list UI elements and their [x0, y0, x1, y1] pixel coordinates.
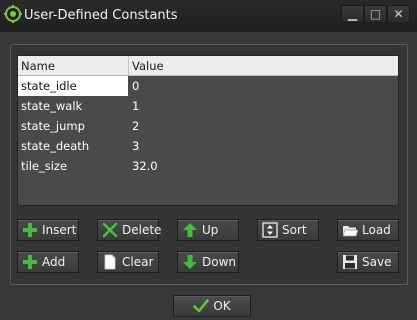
- save-label: Save: [362, 255, 392, 269]
- table-row[interactable]: state_idle 0: [18, 76, 398, 96]
- window-controls: ▁ □ ✕: [341, 5, 411, 23]
- table-row[interactable]: state_death 3: [18, 136, 398, 156]
- column-header-value[interactable]: Value: [132, 59, 164, 73]
- sort-button[interactable]: Sort: [257, 219, 319, 241]
- load-label: Load: [362, 223, 391, 237]
- green-plus-icon: [23, 223, 37, 237]
- sort-label: Sort: [282, 223, 307, 237]
- clear-label: Clear: [122, 255, 154, 269]
- clear-button[interactable]: Clear: [97, 251, 159, 273]
- constant-value-cell[interactable]: 3: [132, 139, 139, 153]
- up-button[interactable]: Up: [177, 219, 239, 241]
- list-header: Name Value: [18, 56, 398, 76]
- table-row[interactable]: state_walk 1: [18, 96, 398, 116]
- green-up-arrow-icon: [183, 223, 197, 237]
- load-button[interactable]: Load: [337, 219, 399, 241]
- delete-label: Delete: [122, 223, 162, 237]
- column-header-name[interactable]: Name: [21, 59, 55, 73]
- blank-page-icon: [104, 254, 116, 270]
- table-row[interactable]: tile_size 32.0: [18, 156, 398, 176]
- floppy-disk-icon: [343, 255, 357, 269]
- insert-button[interactable]: Insert: [17, 219, 79, 241]
- constant-name-cell[interactable]: state_walk: [21, 99, 82, 113]
- checkmark-icon: [193, 299, 210, 313]
- down-label: Down: [202, 255, 237, 269]
- sort-icon: [262, 222, 278, 238]
- ok-label: OK: [213, 299, 231, 313]
- constant-value-cell[interactable]: 2: [132, 119, 139, 133]
- window-title: User-Defined Constants: [24, 8, 178, 23]
- up-label: Up: [202, 223, 219, 237]
- constant-name-cell[interactable]: state_death: [21, 139, 89, 153]
- constants-list[interactable]: Name Value state_idle 0 state_walk 1 sta…: [17, 55, 399, 206]
- open-folder-icon: [342, 226, 358, 237]
- table-row[interactable]: state_jump 2: [18, 116, 398, 136]
- constant-value-cell[interactable]: 0: [132, 79, 139, 93]
- delete-button[interactable]: Delete: [97, 219, 162, 241]
- add-label: Add: [42, 255, 66, 269]
- dialog-window: User-Defined Constants ▁ □ ✕ Name Value …: [0, 0, 417, 320]
- constant-value-cell[interactable]: 32.0: [132, 159, 158, 173]
- title-bar[interactable]: User-Defined Constants ▁ □ ✕: [0, 0, 417, 32]
- ok-button[interactable]: OK: [173, 295, 251, 317]
- insert-label: Insert: [42, 223, 77, 237]
- column-divider[interactable]: [128, 56, 129, 75]
- down-button[interactable]: Down: [177, 251, 239, 273]
- add-button[interactable]: Add: [17, 251, 79, 273]
- constant-name-cell[interactable]: tile_size: [21, 159, 67, 173]
- close-button[interactable]: ✕: [387, 5, 410, 23]
- constant-name-cell[interactable]: state_jump: [21, 119, 85, 133]
- green-plus-icon: [23, 255, 37, 269]
- maximize-button[interactable]: □: [364, 5, 387, 23]
- save-button[interactable]: Save: [337, 251, 399, 273]
- constant-name-cell[interactable]: state_idle: [21, 79, 77, 93]
- green-x-icon: [102, 222, 118, 238]
- gamemaker-logo-icon: [4, 5, 22, 23]
- constant-value-cell[interactable]: 1: [132, 99, 139, 113]
- green-down-arrow-icon: [183, 255, 197, 269]
- minimize-button[interactable]: ▁: [341, 5, 364, 23]
